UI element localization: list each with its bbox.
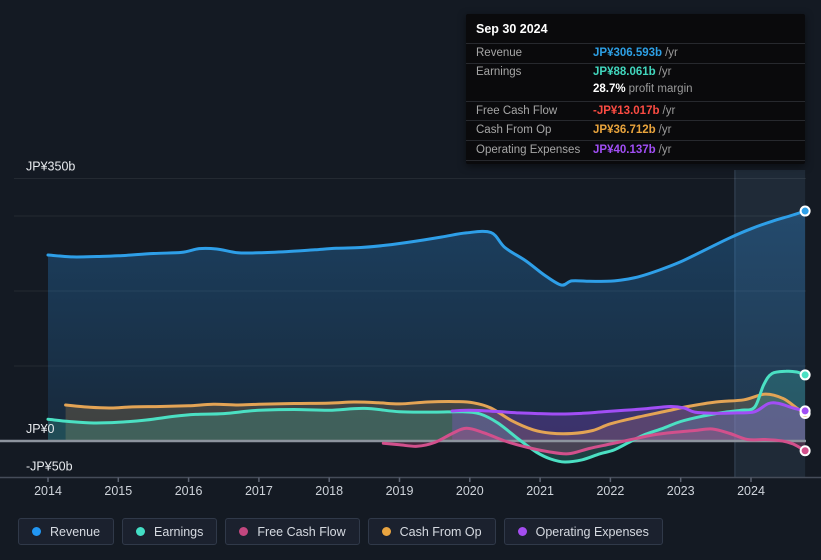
cash-from-op-legend-dot-icon — [381, 527, 391, 536]
legend-label-cash-from-op: Cash From Op — [399, 524, 482, 539]
legend-item-cash-from-op[interactable]: Cash From Op — [367, 518, 496, 545]
tooltip-label-operating-expenses: Operating Expenses — [476, 143, 581, 156]
tooltip-suffix-earnings: /yr — [658, 66, 672, 79]
x-tick-label-2023: 2023 — [667, 484, 695, 498]
revenue-legend-dot-icon — [32, 527, 41, 536]
x-tick-label-2022: 2022 — [596, 484, 624, 498]
operating-expenses-end-marker[interactable] — [799, 405, 811, 417]
earnings-end-marker[interactable] — [799, 369, 811, 381]
tooltip-row-earnings: Earnings JP¥88.061b/yr — [466, 62, 805, 83]
legend-label-free-cash-flow: Free Cash Flow — [257, 524, 346, 539]
tooltip-value-cash-from-op: JP¥36.712b — [593, 124, 656, 137]
tooltip-row-free-cash-flow: Free Cash Flow -JP¥13.017b/yr — [466, 100, 805, 121]
y-axis-label--50: -JP¥50b — [26, 460, 73, 474]
chart-legend: Revenue Earnings Free Cash Flow Cash From O… — [18, 518, 663, 545]
tooltip-label-revenue: Revenue — [476, 46, 523, 59]
tooltip-date: Sep 30 2024 — [476, 22, 548, 36]
free-cash-flow-end-marker[interactable] — [799, 445, 811, 457]
tooltip-value-free-cash-flow: -JP¥13.017b — [593, 104, 660, 117]
tooltip-row-operating-expenses: Operating Expenses JP¥40.137b/yr — [466, 139, 805, 160]
x-tick-label-2020: 2020 — [456, 484, 484, 498]
operating-expenses-legend-dot-icon — [517, 527, 527, 536]
financial-history-chart[interactable]: 2014 2015 2016 2017 2018 2019 2020 2021 2022 2023… — [0, 0, 821, 560]
tooltip-value-revenue: JP¥306.593b — [593, 46, 663, 59]
tooltip-row-cash-from-op: Cash From Op JP¥36.712b/yr — [466, 120, 805, 140]
x-tick-label-2018: 2018 — [315, 484, 343, 498]
y-axis-label-0: JP¥0 — [26, 422, 55, 436]
tooltip-profit-margin-value: 28.7% — [593, 82, 626, 95]
free-cash-flow-legend-dot-icon — [239, 527, 249, 536]
tooltip-row-profit-margin: 28.7% profit margin — [466, 82, 805, 101]
legend-label-earnings: Earnings — [154, 524, 204, 539]
legend-label-revenue: Revenue — [50, 524, 101, 539]
tooltip-suffix-free-cash-flow: /yr — [662, 104, 676, 117]
legend-item-revenue[interactable]: Revenue — [18, 518, 115, 545]
tooltip-suffix-operating-expenses: /yr — [658, 143, 672, 156]
tooltip-label-free-cash-flow: Free Cash Flow — [476, 104, 558, 117]
chart-tooltip: Sep 30 2024 Revenue JP¥306.593b/yr Earning… — [466, 14, 805, 164]
tooltip-label-cash-from-op: Cash From Op — [476, 124, 552, 137]
tooltip-row-revenue: Revenue JP¥306.593b/yr — [466, 43, 805, 63]
x-tick-label-2021: 2021 — [526, 484, 554, 498]
legend-item-free-cash-flow[interactable]: Free Cash Flow — [225, 518, 360, 545]
tooltip-footer-divider — [466, 159, 805, 164]
tooltip-label-earnings: Earnings — [476, 66, 522, 79]
x-tick-label-2014: 2014 — [34, 484, 62, 498]
y-axis-label-350: JP¥350b — [26, 160, 75, 174]
x-tick-label-2015: 2015 — [104, 484, 132, 498]
x-tick-label-2019: 2019 — [386, 484, 414, 498]
tooltip-value-operating-expenses: JP¥40.137b — [593, 143, 656, 156]
tooltip-value-earnings: JP¥88.061b — [593, 66, 656, 79]
legend-item-operating-expenses[interactable]: Operating Expenses — [503, 518, 663, 545]
x-tick-label-2016: 2016 — [175, 484, 203, 498]
revenue-end-marker[interactable] — [799, 205, 811, 217]
x-tick-label-2017: 2017 — [245, 484, 273, 498]
tooltip-suffix-revenue: /yr — [665, 46, 678, 59]
legend-item-earnings[interactable]: Earnings — [122, 518, 218, 545]
legend-label-operating-expenses: Operating Expenses — [535, 524, 649, 539]
x-tick-label-2024: 2024 — [737, 484, 765, 498]
tooltip-profit-margin-text: profit margin — [628, 82, 693, 95]
tooltip-suffix-cash-from-op: /yr — [658, 124, 672, 137]
earnings-legend-dot-icon — [136, 527, 146, 536]
